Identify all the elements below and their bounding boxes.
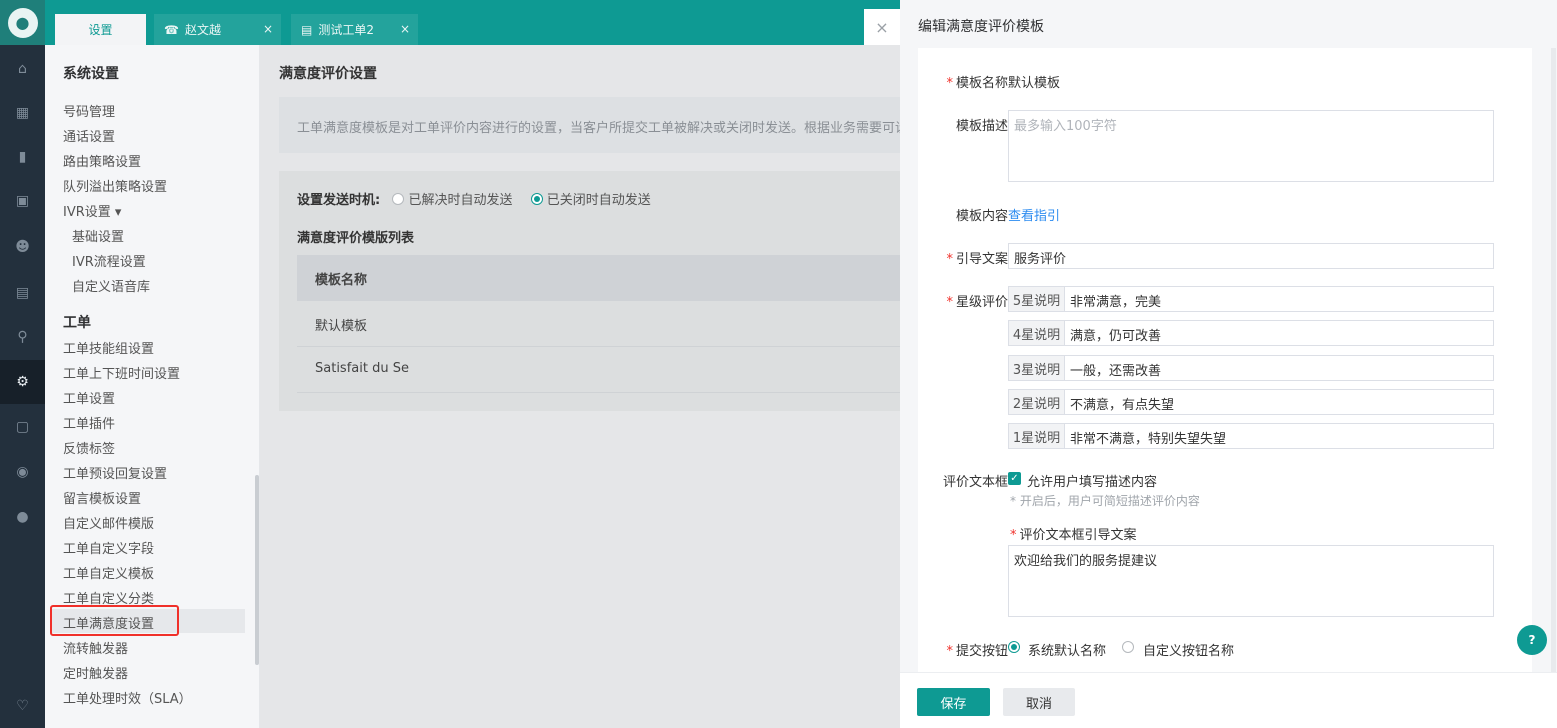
sidebar-item-ivr-basic[interactable]: 基础设置 [72, 226, 124, 245]
sidebar-item-email-templates[interactable]: 自定义邮件模版 [63, 513, 154, 532]
radio-resolved[interactable] [392, 193, 405, 205]
download-icon[interactable]: ◉ [0, 450, 45, 494]
textbox-guide-label: * 评价文本框引导文案 [1010, 528, 1137, 543]
grid-icon[interactable]: ▦ [0, 91, 45, 135]
settings-gear-icon[interactable]: ⚙ [0, 360, 45, 404]
monitor-icon[interactable]: ▢ [0, 405, 45, 449]
chat-icon[interactable]: ▣ [0, 179, 45, 223]
app-logo[interactable]: ● [0, 0, 45, 45]
sidebar-item-ticket-plugins[interactable]: 工单插件 [63, 413, 115, 432]
sidebar-item-custom-templates[interactable]: 工单自定义模板 [63, 563, 154, 582]
template-desc-label: 模板描述 [955, 119, 1008, 134]
settings-card: 设置发送时机: 已解决时自动发送 已关闭时自动发送 满意度评价模版列表 模板名称… [279, 171, 919, 411]
sidebar-item-ivr-settings[interactable]: IVR设置 ▾ [63, 201, 121, 220]
view-guide-link[interactable]: 查看指引 [1008, 205, 1060, 224]
highlight-box [50, 605, 179, 636]
radio-resolved-label: 已解决时自动发送 [408, 193, 513, 208]
drawer-title: 编辑满意度评价模板 [918, 19, 1044, 35]
sidebar-item-message-templates[interactable]: 留言模板设置 [63, 488, 141, 507]
review-textbox-label: 评价文本框 [942, 475, 1008, 490]
sidebar-item-queue-overflow[interactable]: 队列溢出策略设置 [63, 176, 167, 195]
table-header: 模板名称 [297, 255, 919, 301]
sidebar-item-preset-replies[interactable]: 工单预设回复设置 [63, 463, 167, 482]
tab-settings[interactable]: 设置 [55, 14, 146, 45]
home-icon[interactable]: ⌂ [0, 47, 45, 91]
sidebar-item-ticket-work-hours[interactable]: 工单上下班时间设置 [63, 363, 180, 382]
sidebar-item-routing-strategy[interactable]: 路由策略设置 [63, 151, 141, 170]
close-tab-icon[interactable]: × [263, 22, 273, 36]
intro-text: 工单满意度模板是对工单评价内容进行的设置，当客户所提交工单被解决或关闭时发送。根… [279, 97, 919, 153]
contacts-icon[interactable]: ☻ [0, 225, 45, 269]
radio-custom-name[interactable] [1122, 641, 1134, 653]
save-button[interactable]: 保存 [917, 688, 990, 716]
sidebar-item-feedback-tags[interactable]: 反馈标签 [63, 438, 115, 457]
table-row[interactable]: 默认模板 [297, 301, 919, 347]
close-tab-icon[interactable]: × [400, 22, 410, 36]
tooth-icon: ● [7, 7, 38, 38]
nav-rail: ● ⌂ ▦ ▮ ▣ ☻ ▤ ⚲ ⚙ ▢ ◉ ● ♡ [0, 0, 45, 728]
star-2-input[interactable]: 2星说明 不满意，有点失望 [1008, 389, 1494, 415]
sidebar-item-voice-library[interactable]: 自定义语音库 [72, 276, 150, 295]
cancel-button[interactable]: 取消 [1003, 688, 1075, 716]
user-icon[interactable]: ● [0, 495, 45, 539]
sidebar-item-call-settings[interactable]: 通话设置 [63, 126, 115, 145]
tab-test-ticket[interactable]: ▤ 测试工单2 × [291, 14, 418, 45]
sidebar-item-ticket-skill-group[interactable]: 工单技能组设置 [63, 338, 154, 357]
edit-template-drawer: 编辑满意度评价模板 * 模板名称 默认模板 模板描述 最多输入100字符 模板内容… [900, 0, 1557, 728]
bell-icon[interactable]: ♡ [0, 684, 45, 728]
star-4-input[interactable]: 4星说明 满意，仍可改善 [1008, 320, 1494, 346]
radio-closed[interactable] [530, 193, 543, 205]
template-desc-textarea[interactable]: 最多输入100字符 [1008, 110, 1494, 182]
headset-icon: ☎ [164, 22, 179, 37]
star-1-input[interactable]: 1星说明 非常不满意，特别失望失望 [1008, 423, 1494, 449]
star-5-input[interactable]: 5星说明 非常满意，完美 [1008, 286, 1494, 312]
template-list-title: 满意度评价模版列表 [297, 231, 415, 246]
document-icon[interactable]: ▮ [0, 135, 45, 179]
drawer-scrollbar[interactable] [1551, 48, 1556, 672]
sidebar-item-number-management[interactable]: 号码管理 [63, 101, 115, 120]
send-timing-label: 设置发送时机: [297, 193, 381, 208]
drawer-form: * 模板名称 默认模板 模板描述 最多输入100字符 模板内容 查看指引 * 引导文… [918, 48, 1532, 672]
settings-sidebar: 系统设置 号码管理 通话设置 路由策略设置 队列溢出策略设置 IVR设置 ▾ 基… [45, 45, 260, 728]
sidebar-item-ivr-flow[interactable]: IVR流程设置 [72, 251, 146, 270]
template-name-label: * 模板名称 [946, 76, 1008, 91]
help-icon[interactable]: ? [1517, 625, 1547, 655]
sidebar-item-custom-fields[interactable]: 工单自定义字段 [63, 538, 154, 557]
guide-text-input[interactable]: 服务评价 [1008, 243, 1494, 269]
submit-button-label: * 提交按钮 [946, 644, 1008, 659]
sidebar-scrollbar[interactable] [255, 475, 259, 665]
textbox-guide-textarea[interactable]: 欢迎给我们的服务提建议 [1008, 545, 1494, 617]
star-rating-label: * 星级评价 [946, 295, 1008, 310]
sidebar-item-sla[interactable]: 工单处理时效（SLA） [63, 688, 192, 707]
drawer-footer: 保存 取消 [900, 672, 1557, 728]
close-icon: × [875, 17, 889, 37]
section-title-system: 系统设置 [63, 66, 119, 82]
search-icon[interactable]: ⚲ [0, 315, 45, 359]
template-content-label: 模板内容 [955, 209, 1008, 224]
page-title: 满意度评价设置 [279, 66, 377, 82]
sidebar-item-ticket-settings[interactable]: 工单设置 [63, 388, 115, 407]
main-content: 满意度评价设置 工单满意度模板是对工单评价内容进行的设置，当客户所提交工单被解决… [260, 45, 919, 728]
drawer-close-button[interactable]: × [864, 9, 900, 45]
template-name-value: 默认模板 [1008, 76, 1061, 91]
tab-zhao-wenyue[interactable]: ☎ 赵文越 × [154, 14, 281, 45]
table-row[interactable]: Satisfait du Se [297, 347, 919, 393]
radio-default-name[interactable] [1008, 641, 1020, 653]
radio-default-name-label: 系统默认名称 [1028, 644, 1107, 659]
radio-closed-label: 已关闭时自动发送 [546, 193, 651, 208]
sidebar-item-flow-trigger[interactable]: 流转触发器 [63, 638, 128, 657]
section-title-ticket: 工单 [63, 315, 91, 331]
sidebar-item-timer-trigger[interactable]: 定时触发器 [63, 663, 128, 682]
ticket-icon: ▤ [301, 22, 313, 37]
star-3-input[interactable]: 3星说明 一般，还需改善 [1008, 355, 1494, 381]
allow-description-checkbox[interactable]: ✓ [1008, 472, 1021, 485]
send-timing-row: 设置发送时机: 已解决时自动发送 已关闭时自动发送 [297, 189, 665, 208]
stats-icon[interactable]: ▤ [0, 271, 45, 315]
guide-text-label: * 引导文案 [946, 252, 1008, 267]
textbox-hint: * 开启后，用户可简短描述评价内容 [1010, 494, 1200, 508]
radio-custom-name-label: 自定义按钮名称 [1143, 644, 1235, 659]
allow-description-label: 允许用户填写描述内容 [1027, 475, 1158, 490]
